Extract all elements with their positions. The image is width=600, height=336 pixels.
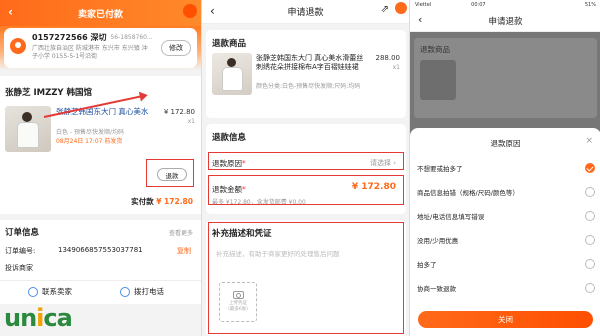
back-icon[interactable]: ‹ [8, 5, 13, 19]
dimmed-thumbnail [420, 60, 456, 100]
reason-option[interactable]: 没用/少用优惠 [417, 228, 595, 252]
product-price: 288.00 [375, 54, 401, 62]
refund-request-panel: ‹ 申请退款 ⇗ 退款商品 张静芝韩国东大门 真心美水滑蕾丝刺绣花朵拼接棉布A字… [201, 0, 409, 336]
radio-checked-icon[interactable] [585, 163, 595, 173]
upload-proof-button[interactable]: 上传凭证 (最多6张) [219, 282, 257, 322]
watermark-logo: unica [4, 304, 73, 332]
paid-amount: ¥ 172.80 [156, 197, 193, 206]
dimmed-title: 退款商品 [420, 45, 450, 54]
section-title: 退款信息 [212, 133, 247, 143]
view-more-link[interactable]: 查看更多 [169, 228, 193, 237]
back-icon[interactable]: ‹ [418, 13, 422, 26]
ship-date: 08月24日 17:07 前发货 [56, 138, 123, 145]
refund-header: ‹ 申请退款 ⇗ [202, 0, 409, 24]
address-card[interactable]: 0157272566 深切 56-1858760... 广西壮族自治区 防城港市… [4, 28, 197, 68]
refund-goods-section: 退款商品 张静芝韩国东大门 真心美水滑蕾丝刺绣花朵拼接棉布A字百褶娃娃裙 288… [206, 30, 406, 118]
page-title: 卖家已付款 [77, 9, 123, 20]
receiver-name: 0157272566 深切 [32, 33, 107, 42]
radio-icon[interactable] [585, 211, 595, 221]
phone-icon [120, 286, 130, 297]
highlight-box [208, 152, 404, 170]
shop-name[interactable]: 张静芝 IMZZY 韩国馆 [5, 86, 92, 98]
location-pin-icon [10, 38, 26, 54]
receiver-phone: 56-1858760... [110, 34, 153, 41]
paid-total: 实付款 ¥ 172.80 [131, 196, 193, 207]
product-qty: x1 [187, 118, 195, 125]
status-bar: Viettel 00:07 51% [410, 0, 600, 10]
battery: 51% [584, 2, 596, 8]
reason-option[interactable]: 不想要或拍多了 [417, 156, 595, 180]
product-thumbnail[interactable] [5, 106, 51, 152]
product-price: ¥ 172.80 [163, 108, 195, 116]
close-button[interactable]: 关闭 [418, 311, 593, 328]
clock: 00:07 [471, 2, 486, 8]
refund-button[interactable]: 退款 [157, 168, 187, 181]
option-label: 拍多了 [417, 261, 437, 269]
page-title: 申请退款 [488, 16, 523, 27]
refund-reason-panel: Viettel 00:07 51% ‹ 申请退款 退款商品 退款原因 × 不想要… [409, 0, 600, 336]
camera-icon [232, 291, 244, 299]
sheet-title: 退款原因 [490, 139, 521, 148]
order-number-label: 订单编号: [5, 247, 36, 255]
order-header: ‹ 卖家已付款 [0, 0, 201, 26]
call-label: 拨打电话 [134, 287, 164, 296]
contact-seller-button[interactable]: 联系卖家 [28, 286, 72, 297]
refund-header: ‹ 申请退款 [410, 10, 600, 32]
page-title: 申请退款 [287, 8, 324, 18]
carrier: Viettel [415, 2, 432, 8]
product-qty: x1 [392, 64, 400, 71]
edit-address-button[interactable]: 修改 [161, 40, 191, 56]
order-detail-panel: ‹ 卖家已付款 0157272566 深切 56-1858760... 广西壮族… [0, 0, 201, 336]
option-label: 地址/电话信息填写错误 [417, 213, 485, 221]
radio-icon[interactable] [585, 187, 595, 197]
upload-sub: (最多6张) [228, 307, 248, 312]
reason-option[interactable]: 协商一致退款 [417, 276, 595, 300]
contact-seller-label: 联系卖家 [42, 287, 72, 296]
address-text: 广西壮族自治区 防城港市 东兴市 东兴镇 沖子小学 0155-5-1号沿街 [32, 45, 148, 60]
more-icon[interactable] [395, 2, 407, 14]
radio-icon[interactable] [585, 283, 595, 293]
reason-option[interactable]: 商品信息拍错（规格/尺码/颜色等） [417, 180, 595, 204]
call-button[interactable]: 拨打电话 [120, 286, 164, 297]
product-spec: 颜色分类:白色-预售尽快发顺;尺码:均码 [256, 83, 361, 90]
close-icon[interactable]: × [585, 136, 593, 146]
reason-option[interactable]: 地址/电话信息填写错误 [417, 204, 595, 228]
product-title: 张静芝韩国东大门 真心美水滑蕾丝刺绣花朵拼接棉布A字百褶娃娃裙 [256, 54, 364, 71]
more-icon[interactable] [183, 4, 197, 18]
option-label: 不想要或拍多了 [417, 165, 463, 173]
dimmed-card: 退款商品 [414, 38, 597, 118]
option-label: 没用/少用优惠 [417, 237, 459, 245]
section-title: 退款商品 [212, 39, 247, 49]
option-label: 协商一致退款 [417, 285, 456, 293]
shop-card: 张静芝 IMZZY 韩国馆 张静芝韩国东大门 真心美水 ¥ 172.80 x1 … [0, 76, 201, 214]
radio-icon[interactable] [585, 259, 595, 269]
reason-option[interactable]: 拍多了 [417, 252, 595, 276]
option-label: 商品信息拍错（规格/尺码/颜色等） [417, 189, 519, 197]
copy-button[interactable]: 复制 [177, 246, 191, 256]
radio-icon[interactable] [585, 235, 595, 245]
share-icon[interactable]: ⇗ [381, 4, 389, 15]
order-number: 1349066857553037781 [58, 246, 143, 254]
chat-icon [28, 286, 38, 297]
product-spec: 白色 - 预售尽快发顺/均码 [56, 129, 125, 136]
complain-merchant[interactable]: 投诉商家 [5, 263, 33, 273]
order-info-title: 订单信息 [5, 228, 40, 238]
back-icon[interactable]: ‹ [210, 4, 215, 18]
description-input[interactable]: 补充描述，有助于商家更好的处理售后问题 [216, 248, 396, 258]
reason-sheet: 退款原因 × 不想要或拍多了 商品信息拍错（规格/尺码/颜色等） 地址/电话信息… [410, 128, 600, 336]
contact-bar: 联系卖家 拨打电话 [0, 280, 201, 302]
logo-part-a: un [4, 304, 37, 332]
product-thumbnail [212, 53, 252, 95]
paid-label: 实付款 [131, 197, 154, 206]
highlight-box [208, 175, 404, 205]
logo-part-c: ca [43, 304, 72, 332]
